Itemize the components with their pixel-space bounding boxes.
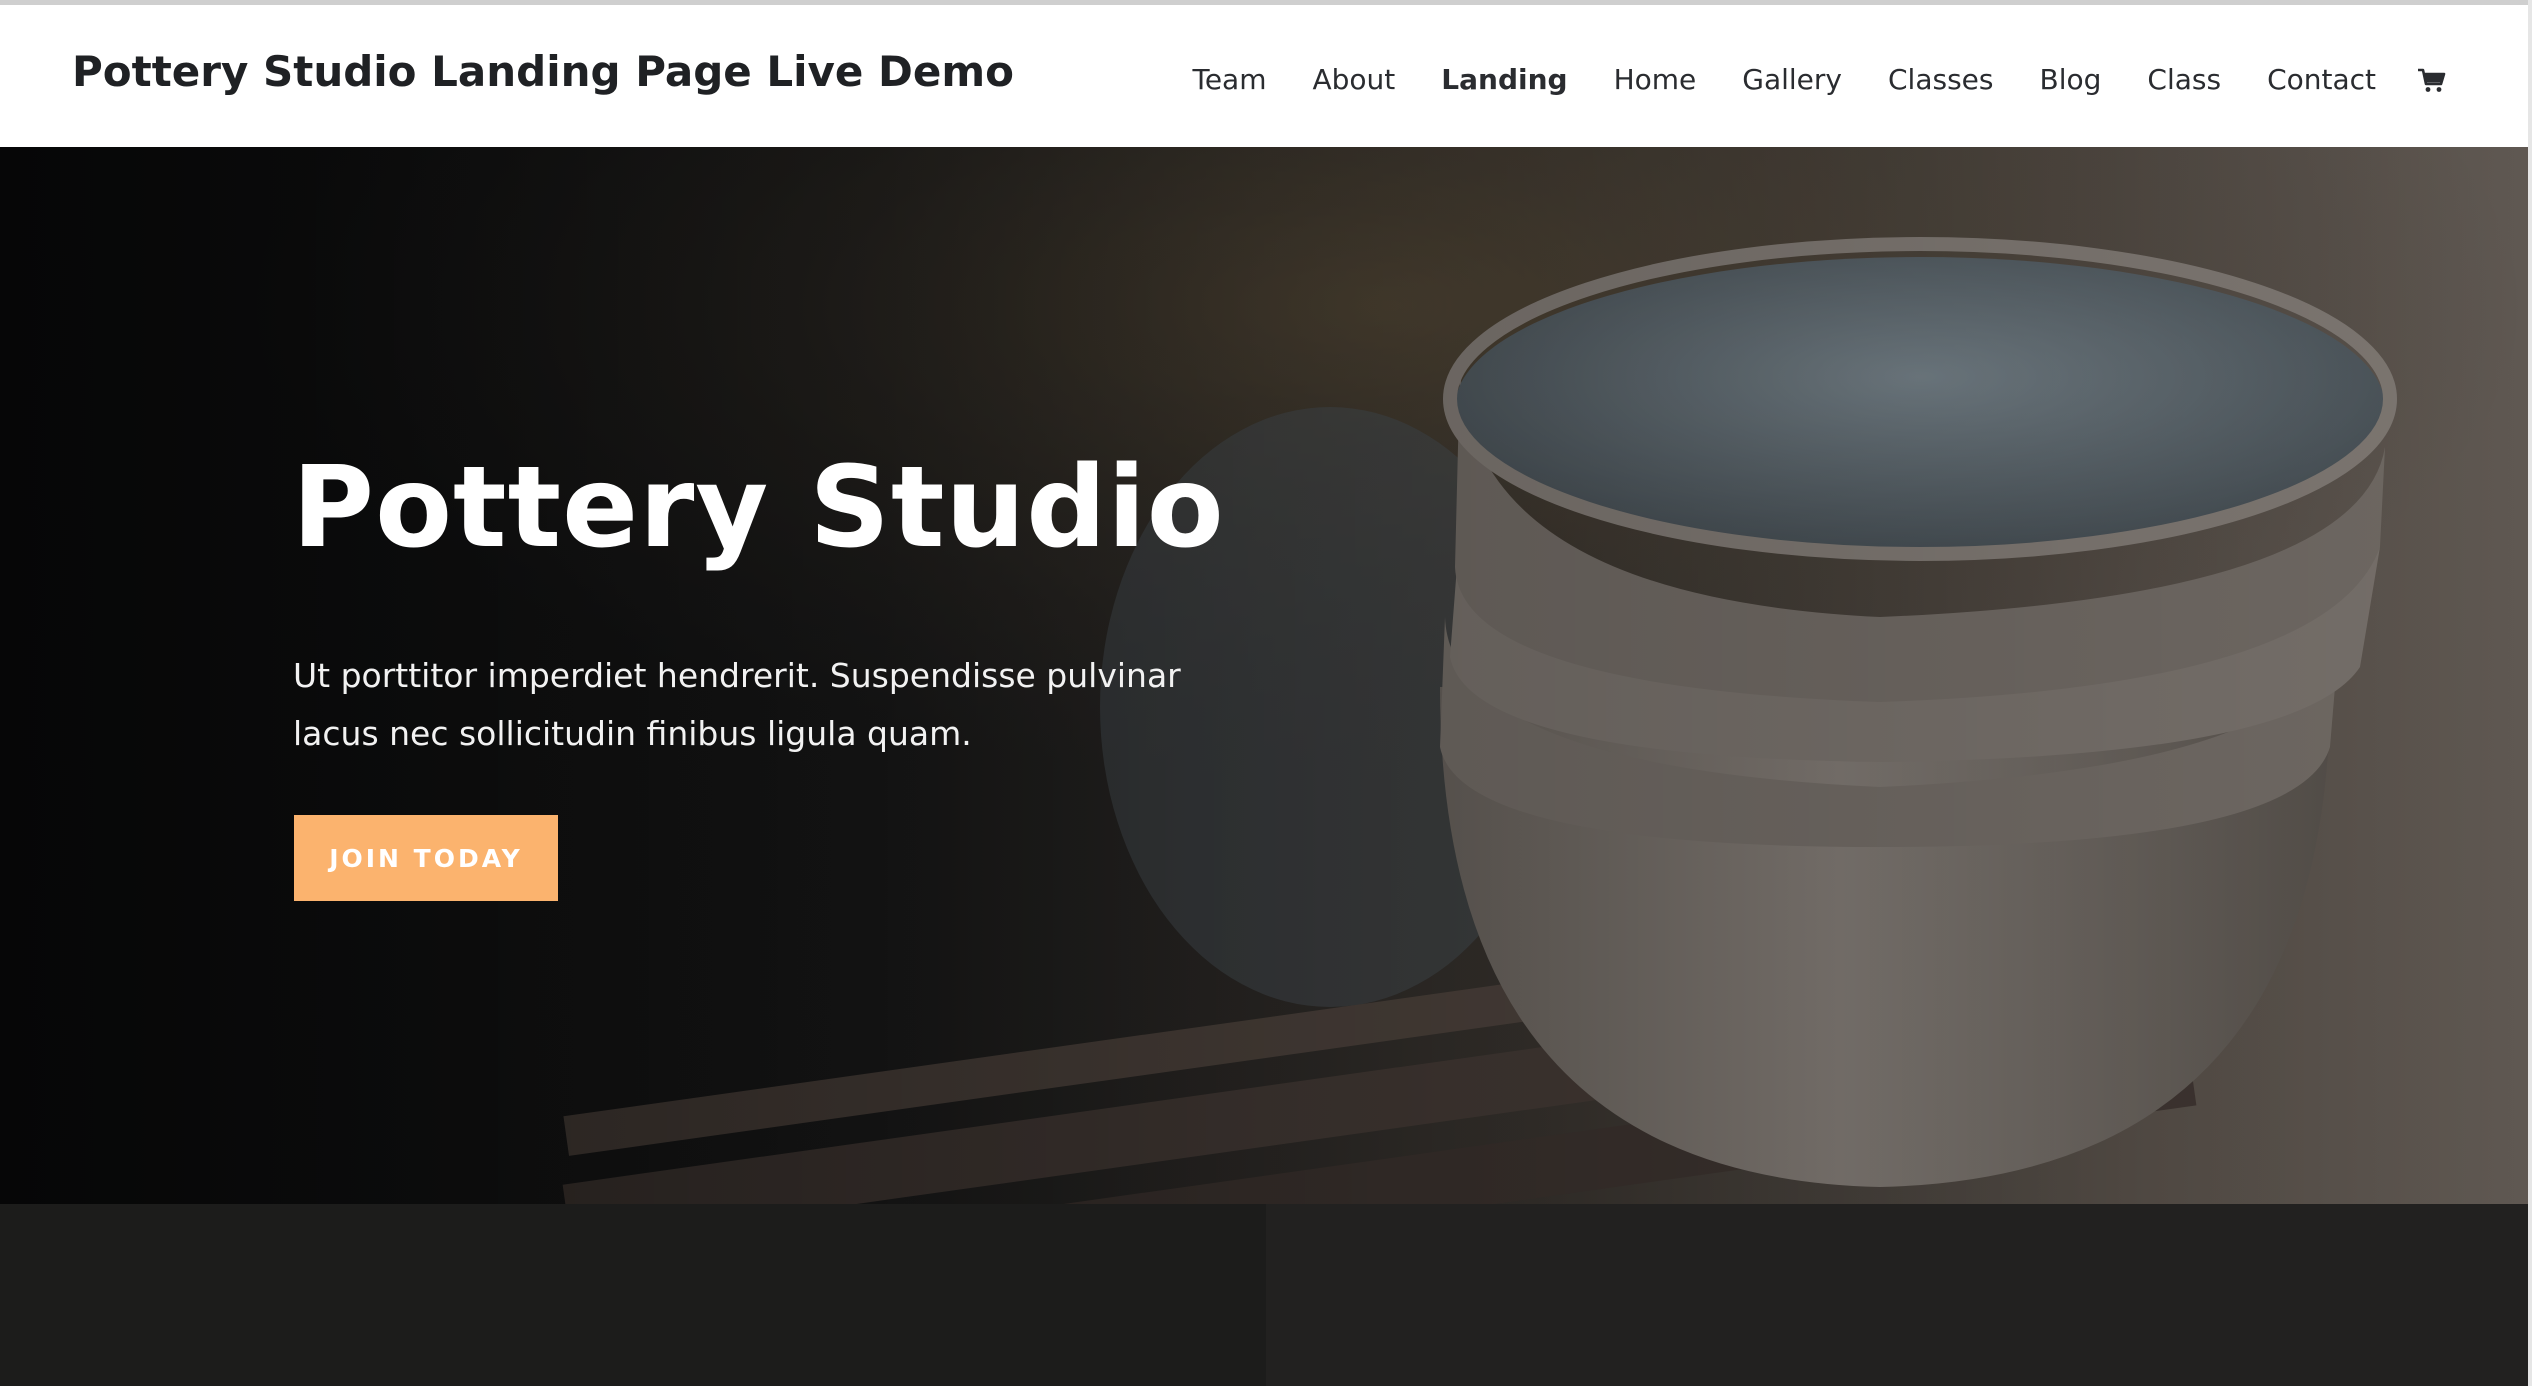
nav-item-landing[interactable]: Landing — [1441, 63, 1567, 96]
nav-item-team[interactable]: Team — [1192, 63, 1266, 96]
content-panel-left — [0, 1204, 1266, 1386]
shopping-cart-icon[interactable] — [2416, 65, 2446, 95]
site-title[interactable]: Pottery Studio Landing Page Live Demo — [72, 47, 1014, 96]
nav-item-home[interactable]: Home — [1614, 63, 1697, 96]
content-panel-right — [1266, 1204, 2528, 1386]
site-header: Pottery Studio Landing Page Live Demo Te… — [0, 5, 2528, 147]
nav-item-about[interactable]: About — [1312, 63, 1395, 96]
nav-item-class[interactable]: Class — [2147, 63, 2221, 96]
main-navigation: Team About Landing Home Gallery Classes … — [1146, 63, 2446, 96]
hero-section: Pottery Studio Ut porttitor imperdiet he… — [0, 147, 2528, 1204]
hero-description: Ut porttitor imperdiet hendrerit. Suspen… — [293, 656, 1181, 753]
join-today-button[interactable]: JOIN TODAY — [294, 815, 558, 901]
hero-title: Pottery Studio — [292, 443, 1225, 573]
page-scrollbar-edge — [2528, 0, 2532, 1386]
nav-item-classes[interactable]: Classes — [1888, 63, 1993, 96]
nav-item-gallery[interactable]: Gallery — [1742, 63, 1842, 96]
nav-item-blog[interactable]: Blog — [2039, 63, 2101, 96]
nav-item-contact[interactable]: Contact — [2267, 63, 2376, 96]
